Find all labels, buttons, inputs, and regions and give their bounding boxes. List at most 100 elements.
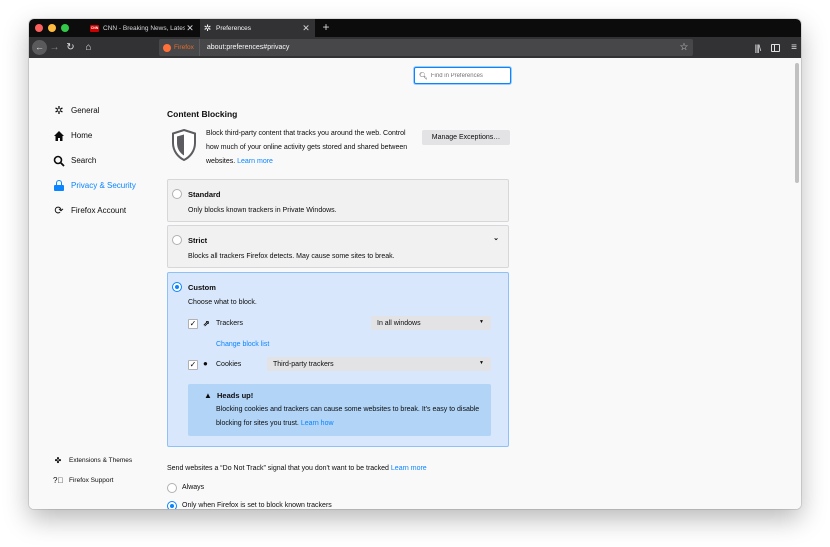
option-description: Choose what to block. — [188, 299, 257, 306]
identity-label: Firefox — [174, 44, 194, 51]
cookies-select[interactable]: Third-party trackers ▼ — [267, 357, 491, 371]
find-in-preferences-box[interactable]: 🔍︎ — [414, 67, 511, 84]
cookies-checkbox[interactable]: ✓ — [188, 360, 198, 370]
trackers-label: Trackers — [216, 320, 243, 327]
category-firefox-account[interactable]: ⟳ Firefox Account — [53, 198, 173, 223]
dnt-always-radio[interactable] — [167, 483, 177, 493]
standard-radio[interactable] — [172, 189, 182, 199]
category-label: General — [71, 106, 100, 115]
toolbar-icons: |||\ ≡ — [755, 40, 797, 55]
forward-button[interactable]: → — [49, 40, 60, 55]
option-title: Strict — [188, 236, 208, 245]
url-bar[interactable]: Firefox about:preferences#privacy ☆ — [159, 39, 693, 56]
home-icon: ⌂ — [85, 42, 92, 53]
change-block-list-link[interactable]: Change block list — [216, 341, 269, 348]
caret-down-icon: ▼ — [479, 360, 484, 366]
dnt-always-label: Always — [182, 484, 205, 491]
tab-preferences[interactable]: ✲ Preferences ✕ — [200, 19, 315, 37]
forward-arrow-icon: → — [49, 42, 60, 53]
chevron-down-icon[interactable]: ⌄ — [493, 234, 499, 242]
category-general[interactable]: ✲ General — [53, 98, 173, 123]
minimize-window-button[interactable] — [48, 24, 56, 32]
custom-radio[interactable] — [172, 282, 182, 292]
find-in-preferences-input[interactable] — [430, 72, 510, 79]
sidebar-icon[interactable] — [771, 43, 781, 52]
tab-title: Preferences — [216, 24, 252, 32]
option-title: Custom — [188, 283, 216, 292]
content-blocking-heading: Content Blocking — [167, 109, 238, 119]
puzzle-icon: ✤ — [54, 455, 62, 465]
search-icon — [53, 155, 65, 167]
trackers-checkbox[interactable]: ✓ — [188, 319, 198, 329]
cnn-favicon-icon: CNN — [90, 24, 99, 32]
gear-icon: ✲ — [203, 22, 212, 33]
browser-window: CNN CNN - Breaking News, Latest N ✕ ✲ Pr… — [29, 19, 801, 509]
caret-down-icon: ▼ — [479, 319, 484, 325]
do-not-track-text: Send websites a “Do Not Track” signal th… — [167, 465, 427, 472]
search-icon: 🔍︎ — [419, 72, 428, 80]
tab-title: CNN - Breaking News, Latest N — [103, 24, 185, 32]
footer-links: ✤ Extensions & Themes ?⃝ Firefox Support — [53, 450, 132, 490]
tab-strip: CNN CNN - Breaking News, Latest N ✕ ✲ Pr… — [29, 19, 801, 37]
home-button[interactable]: ⌂ — [83, 40, 94, 55]
custom-option[interactable]: Custom Choose what to block. ✓ ⇗ Tracker… — [167, 272, 509, 447]
heads-up-notice: ▲ Heads up! Blocking cookies and tracker… — [188, 384, 491, 436]
bookmark-star-icon[interactable]: ☆ — [677, 42, 691, 53]
tab-close-icon[interactable]: ✕ — [301, 23, 311, 34]
category-label: Privacy & Security — [71, 181, 136, 190]
option-description: Only blocks known trackers in Private Wi… — [188, 207, 337, 214]
close-window-button[interactable] — [35, 24, 43, 32]
identity-box[interactable]: Firefox — [159, 39, 200, 56]
shield-icon — [172, 129, 196, 161]
nav-bar: ← → ↻ ⌂ Firefox about:preferences#privac… — [29, 37, 801, 58]
heads-up-text: Blocking cookies and trackers can cause … — [216, 406, 480, 427]
heads-up-title: Heads up! — [217, 391, 254, 400]
sync-icon: ⟳ — [54, 205, 64, 217]
back-button[interactable]: ← — [32, 40, 47, 55]
learn-how-link[interactable]: Learn how — [301, 420, 334, 427]
category-list: ✲ General Home Search Privacy & Security… — [53, 98, 173, 223]
trackers-select[interactable]: In all windows ▼ — [371, 316, 491, 330]
url-text[interactable]: about:preferences#privacy — [200, 44, 677, 51]
help-icon: ?⃝ — [53, 475, 64, 485]
warning-icon: ▲ — [204, 391, 212, 400]
learn-more-link[interactable]: Learn more — [237, 158, 273, 165]
reload-icon: ↻ — [66, 42, 75, 53]
select-value: In all windows — [377, 319, 421, 327]
category-privacy-security[interactable]: Privacy & Security — [53, 173, 173, 198]
scrollbar-thumb[interactable] — [795, 63, 799, 183]
option-title: Standard — [188, 190, 221, 199]
new-tab-button[interactable]: + — [319, 19, 333, 37]
category-label: Home — [71, 131, 93, 140]
extensions-themes-link[interactable]: ✤ Extensions & Themes — [53, 450, 132, 470]
footer-link-label: Firefox Support — [69, 476, 114, 484]
cookies-label: Cookies — [216, 361, 242, 368]
tab-close-icon[interactable]: ✕ — [185, 23, 195, 34]
tab-cnn[interactable]: CNN CNN - Breaking News, Latest N ✕ — [86, 19, 199, 37]
preferences-page: 🔍︎ ✲ General Home Search — [29, 58, 801, 509]
firefox-support-link[interactable]: ?⃝ Firefox Support — [53, 470, 132, 490]
option-description: Blocks all trackers Firefox detects. May… — [188, 253, 395, 260]
footer-link-label: Extensions & Themes — [69, 456, 133, 464]
standard-option[interactable]: Standard Only blocks known trackers in P… — [167, 179, 509, 222]
home-icon — [53, 130, 65, 142]
category-search[interactable]: Search — [53, 148, 173, 173]
reload-button[interactable]: ↻ — [65, 40, 76, 55]
tracker-icon: ⇗ — [203, 319, 210, 328]
strict-radio[interactable] — [172, 235, 182, 245]
cookie-icon: ● — [203, 359, 208, 368]
maximize-window-button[interactable] — [61, 24, 69, 32]
dnt-only-when-label: Only when Firefox is set to block known … — [182, 502, 332, 509]
hamburger-menu-icon[interactable]: ≡ — [791, 42, 797, 53]
library-icon[interactable]: |||\ — [755, 43, 761, 53]
manage-exceptions-button[interactable]: Manage Exceptions… — [422, 130, 510, 145]
dnt-learn-more-link[interactable]: Learn more — [391, 465, 427, 472]
strict-option[interactable]: Strict ⌄ Blocks all trackers Firefox det… — [167, 225, 509, 268]
category-label: Search — [71, 156, 97, 165]
dnt-only-when-radio[interactable] — [167, 501, 177, 509]
category-label: Firefox Account — [71, 206, 127, 215]
firefox-logo-icon — [163, 43, 171, 52]
lock-icon — [53, 180, 65, 192]
back-arrow-icon: ← — [35, 42, 44, 52]
category-home[interactable]: Home — [53, 123, 173, 148]
